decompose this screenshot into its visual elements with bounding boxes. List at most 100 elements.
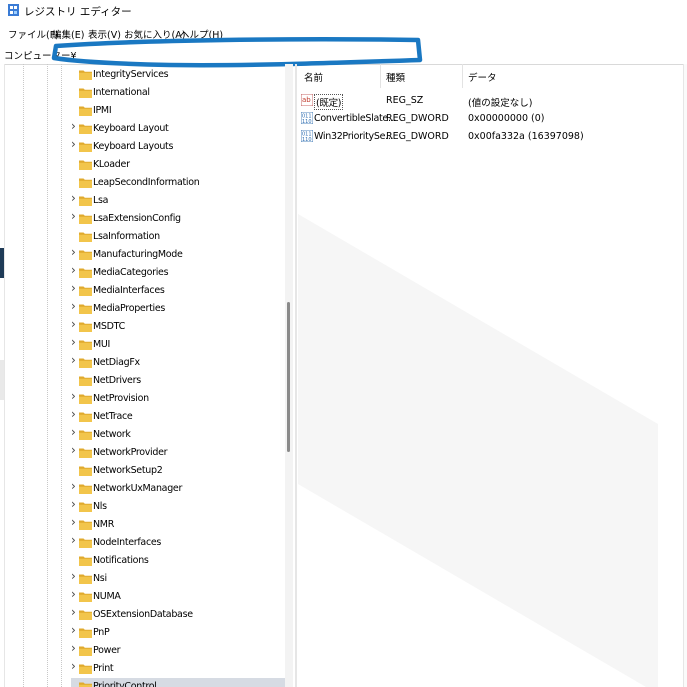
tree-node[interactable]: KLoader: [71, 156, 285, 174]
tree-node[interactable]: Notifications: [71, 552, 285, 570]
value-data: 0x00000000 (0): [468, 113, 545, 124]
chevron-right-icon[interactable]: ›: [71, 120, 79, 132]
string-value-icon: ab: [301, 94, 313, 106]
folder-icon: [79, 610, 92, 620]
tree-node[interactable]: IPMI: [71, 102, 285, 120]
tree-node-label: LeapSecondInformation: [93, 177, 200, 188]
tree-node[interactable]: › Lsa: [71, 192, 285, 210]
tree-node[interactable]: › OSExtensionDatabase: [71, 606, 285, 624]
tree-node[interactable]: › MUI: [71, 336, 285, 354]
chevron-right-icon[interactable]: ›: [71, 426, 79, 438]
value-name: ConvertibleSlate...: [314, 113, 397, 124]
tree-node[interactable]: › Power: [71, 642, 285, 660]
tree-node[interactable]: › NetTrace: [71, 408, 285, 426]
value-row[interactable]: ab (既定) REG_SZ (値の設定なし): [298, 92, 687, 110]
folder-icon: [79, 214, 92, 224]
chevron-right-icon[interactable]: ›: [71, 624, 79, 636]
chevron-right-icon[interactable]: ›: [71, 570, 79, 582]
regedit-icon: [8, 4, 19, 16]
tree-node[interactable]: › Print: [71, 660, 285, 678]
tree-node[interactable]: IntegrityServices: [71, 66, 285, 84]
tree-node[interactable]: › Nls: [71, 498, 285, 516]
chevron-right-icon[interactable]: ›: [71, 318, 79, 330]
values-pane[interactable]: 名前 種類 データ ab (既定) REG_SZ (値の設定なし) 011 11…: [298, 64, 687, 687]
chevron-right-icon[interactable]: ›: [71, 408, 79, 420]
tree-node[interactable]: NetDrivers: [71, 372, 285, 390]
folder-icon: [79, 232, 92, 242]
tree-node[interactable]: › NMR: [71, 516, 285, 534]
tree-node[interactable]: › Keyboard Layouts: [71, 138, 285, 156]
tree-node-label: MediaCategories: [93, 267, 169, 278]
chevron-right-icon[interactable]: ›: [71, 444, 79, 456]
tree-node[interactable]: LeapSecondInformation: [71, 174, 285, 192]
tree-node[interactable]: International: [71, 84, 285, 102]
tree-node[interactable]: › Nsi: [71, 570, 285, 588]
tree-node-label: LsaExtensionConfig: [93, 213, 181, 224]
value-data: (値の設定なし): [468, 98, 533, 109]
right-edge: [683, 64, 687, 687]
folder-icon: [79, 376, 92, 386]
chevron-right-icon[interactable]: ›: [71, 192, 79, 204]
column-separator[interactable]: [462, 64, 463, 88]
folder-icon: [79, 556, 92, 566]
tree-node[interactable]: › MediaProperties: [71, 300, 285, 318]
tree-node-label: Network: [93, 429, 131, 440]
tree-node[interactable]: › NetworkProvider: [71, 444, 285, 462]
tree-guide-line: [23, 64, 24, 687]
chevron-right-icon[interactable]: ›: [71, 660, 79, 672]
pane-splitter[interactable]: [295, 64, 297, 687]
tree-node[interactable]: › Keyboard Layout: [71, 120, 285, 138]
chevron-right-icon[interactable]: ›: [71, 606, 79, 618]
tree-node-label: MUI: [93, 339, 111, 350]
chevron-right-icon[interactable]: ›: [71, 336, 79, 348]
chevron-right-icon[interactable]: ›: [71, 390, 79, 402]
chevron-right-icon[interactable]: ›: [71, 498, 79, 510]
chevron-right-icon[interactable]: ›: [71, 282, 79, 294]
chevron-right-icon[interactable]: ›: [71, 300, 79, 312]
column-data-header[interactable]: データ: [468, 70, 497, 84]
tree-scrollbar-thumb[interactable]: [287, 302, 290, 452]
column-type-header[interactable]: 種類: [386, 70, 405, 84]
tree-node[interactable]: › NetDiagFx: [71, 354, 285, 372]
chevron-right-icon[interactable]: ›: [71, 534, 79, 546]
tree-node-label: Notifications: [93, 555, 149, 566]
tree-node-label: International: [93, 87, 150, 98]
folder-icon: [79, 502, 92, 512]
value-row[interactable]: 011 110 Win32PrioritySe... REG_DWORD 0x0…: [298, 128, 687, 146]
key-tree[interactable]: IntegrityServices International IPMI › Keybo…: [5, 64, 285, 687]
tree-node[interactable]: NetworkSetup2: [71, 462, 285, 480]
folder-icon: [79, 412, 92, 422]
chevron-right-icon[interactable]: ›: [71, 588, 79, 600]
tree-node[interactable]: › MSDTC: [71, 318, 285, 336]
value-row[interactable]: 011 110 ConvertibleSlate... REG_DWORD 0x…: [298, 110, 687, 128]
folder-icon: [79, 394, 92, 404]
folder-icon: [79, 178, 92, 188]
tree-node[interactable]: › MediaInterfaces: [71, 282, 285, 300]
tree-scrollbar[interactable]: [285, 64, 293, 687]
chevron-right-icon[interactable]: ›: [71, 264, 79, 276]
tree-node[interactable]: › PnP: [71, 624, 285, 642]
folder-icon: [79, 124, 92, 134]
chevron-right-icon[interactable]: ›: [71, 480, 79, 492]
tree-node[interactable]: › ManufacturingMode: [71, 246, 285, 264]
column-name-header[interactable]: 名前: [304, 70, 323, 84]
tree-node[interactable]: PriorityControl: [71, 678, 285, 687]
tree-node[interactable]: › NodeInterfaces: [71, 534, 285, 552]
tree-node[interactable]: › NetProvision: [71, 390, 285, 408]
tree-node[interactable]: LsaInformation: [71, 228, 285, 246]
column-separator[interactable]: [380, 64, 381, 88]
chevron-right-icon[interactable]: ›: [71, 354, 79, 366]
tree-node[interactable]: › NetworkUxManager: [71, 480, 285, 498]
chevron-right-icon[interactable]: ›: [71, 210, 79, 222]
chevron-right-icon[interactable]: ›: [71, 138, 79, 150]
folder-icon: [79, 142, 92, 152]
tree-node[interactable]: › Network: [71, 426, 285, 444]
tree-node[interactable]: › LsaExtensionConfig: [71, 210, 285, 228]
chevron-right-icon[interactable]: ›: [71, 642, 79, 654]
tree-node[interactable]: › NUMA: [71, 588, 285, 606]
chevron-right-icon[interactable]: ›: [71, 246, 79, 258]
chevron-right-icon[interactable]: ›: [71, 516, 79, 528]
folder-icon: [79, 340, 92, 350]
tree-node[interactable]: › MediaCategories: [71, 264, 285, 282]
folder-icon: [79, 628, 92, 638]
